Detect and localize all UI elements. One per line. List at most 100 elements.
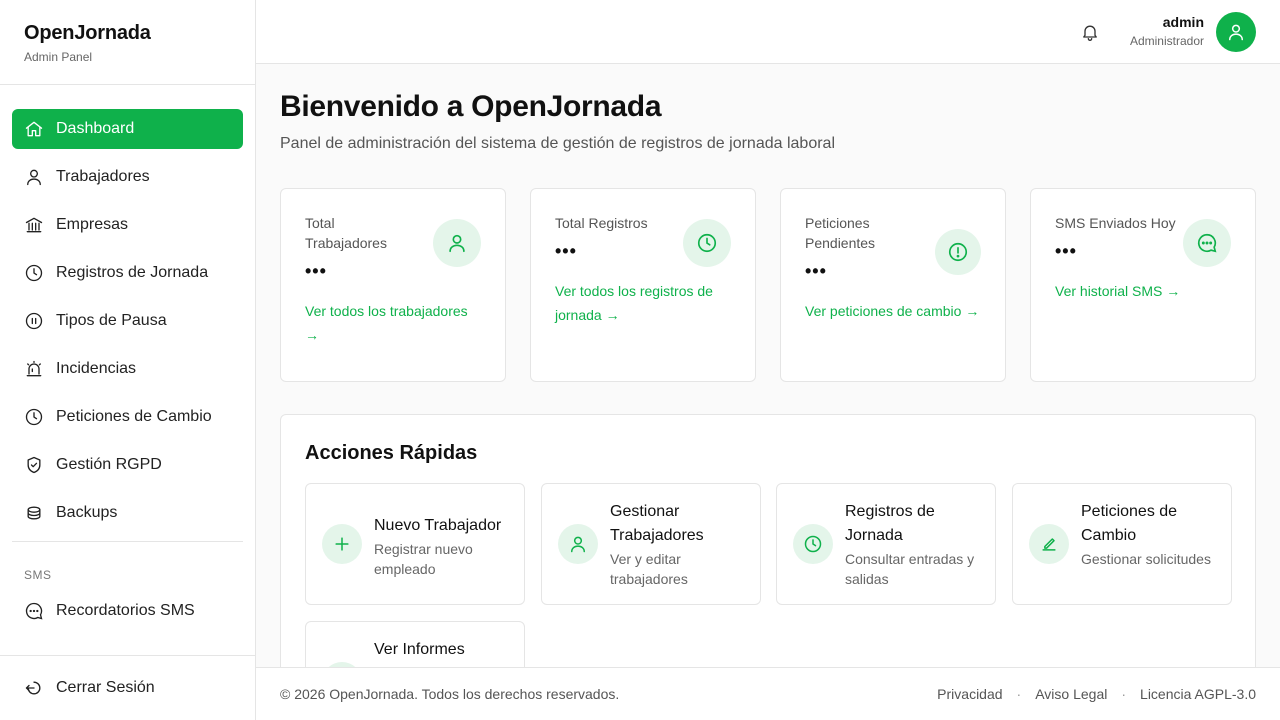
sidebar-item-rgpd[interactable]: Gestión RGPD	[12, 445, 243, 485]
sidebar-nav: Dashboard Trabajadores Empresas Registro…	[0, 85, 255, 533]
footer-separator: ·	[1016, 686, 1022, 702]
main-content: Bienvenido a OpenJornada Panel de admini…	[256, 64, 1280, 667]
clock-icon	[697, 233, 717, 253]
stat-icon-badge	[1183, 219, 1231, 267]
stat-link-sms[interactable]: Ver historial SMS →	[1055, 279, 1231, 303]
action-text: Gestionar Trabajadores Ver y editar trab…	[610, 500, 748, 589]
page-title: Bienvenido a OpenJornada	[280, 90, 662, 123]
clock-icon	[804, 535, 822, 553]
stat-link-registros[interactable]: Ver todos los registros de jornada →	[555, 279, 731, 327]
footer-separator: ·	[1121, 686, 1127, 702]
stat-card-registros: Total Registros ••• Ver todos los regist…	[530, 188, 756, 382]
user-role: Administrador	[1129, 34, 1204, 48]
stat-link-trabajadores[interactable]: Ver todos los trabajadores →	[305, 299, 481, 347]
stat-label: SMS Enviados Hoy	[1055, 215, 1176, 231]
user-name: admin	[1162, 14, 1204, 30]
action-desc: Gestionar solicitudes	[1081, 551, 1211, 567]
action-nuevo-trabajador[interactable]: Nuevo Trabajador Registrar nuevo emplead…	[305, 483, 525, 605]
message-icon	[25, 602, 43, 620]
action-title: Registros de Jornada	[845, 503, 935, 544]
action-text: Nuevo Trabajador Registrar nuevo emplead…	[374, 514, 512, 579]
user-icon	[1229, 24, 1243, 41]
sidebar-item-empresas[interactable]: Empresas	[12, 205, 243, 245]
action-ver-informes[interactable]: Ver Informes	[305, 621, 525, 667]
plus-icon	[335, 537, 349, 551]
clock-icon	[25, 264, 43, 282]
sidebar-divider	[12, 541, 243, 542]
stat-card-trabajadores: Total Trabajadores ••• Ver todos los tra…	[280, 188, 506, 382]
sidebar-item-incidencias[interactable]: Incidencias	[12, 349, 243, 389]
bell-icon[interactable]	[1080, 22, 1100, 42]
sidebar-item-backups[interactable]: Backups	[12, 493, 243, 533]
stat-card-peticiones: Peticiones Pendientes ••• Ver peticiones…	[780, 188, 1006, 382]
brand-subtitle: Admin Panel	[24, 50, 93, 64]
stat-icon-badge	[683, 219, 731, 267]
page-subtitle: Panel de administración del sistema de g…	[280, 135, 835, 152]
logout-button[interactable]: Cerrar Sesión	[12, 668, 243, 708]
home-icon	[25, 121, 43, 137]
avatar[interactable]	[1216, 12, 1256, 52]
logout-icon	[25, 681, 41, 695]
sidebar-item-label: Trabajadores	[56, 168, 150, 185]
action-peticiones-cambio[interactable]: Peticiones de Cambio Gestionar solicitud…	[1012, 483, 1232, 605]
sidebar: OpenJornada Admin Panel Dashboard Trabaj…	[0, 0, 256, 720]
stat-icon-badge	[433, 219, 481, 267]
user-icon	[571, 536, 585, 553]
sidebar-section-sms: SMS	[24, 568, 52, 582]
stat-icon-badge	[935, 229, 981, 275]
brand: OpenJornada Admin Panel	[0, 0, 255, 85]
footer-link-licencia[interactable]: Licencia AGPL-3.0	[1140, 686, 1256, 702]
sidebar-item-recordatorios-sms[interactable]: Recordatorios SMS	[12, 591, 243, 631]
sidebar-item-label: Gestión RGPD	[56, 456, 162, 473]
topbar: admin Administrador	[256, 0, 1280, 64]
sidebar-item-label: Registros de Jornada	[56, 264, 209, 281]
sidebar-item-dashboard[interactable]: Dashboard	[12, 109, 243, 149]
sidebar-item-label: Recordatorios SMS	[56, 602, 195, 619]
action-registros-jornada[interactable]: Registros de Jornada Consultar entradas …	[776, 483, 996, 605]
action-title: Nuevo Trabajador	[374, 517, 502, 534]
stat-link-peticiones[interactable]: Ver peticiones de cambio →	[805, 299, 981, 323]
user-icon	[449, 234, 465, 253]
action-text: Registros de Jornada Consultar entradas …	[845, 500, 983, 589]
alert-circle-icon	[948, 242, 968, 262]
sidebar-item-registros[interactable]: Registros de Jornada	[12, 253, 243, 293]
action-title: Ver Informes	[374, 641, 465, 658]
footer-link-privacidad[interactable]: Privacidad	[937, 686, 1002, 702]
action-icon-badge	[1029, 524, 1069, 564]
sidebar-item-label: Tipos de Pausa	[56, 312, 167, 329]
copyright: © 2026 OpenJornada. Todos los derechos r…	[280, 686, 620, 702]
sidebar-item-label: Dashboard	[56, 120, 135, 137]
pause-icon	[25, 312, 43, 330]
footer: © 2026 OpenJornada. Todos los derechos r…	[256, 667, 1280, 720]
action-icon-badge	[558, 524, 598, 564]
stat-label: Total Registros	[555, 215, 648, 231]
sidebar-item-label: Peticiones de Cambio	[56, 408, 212, 425]
alarm-icon	[26, 360, 42, 377]
stats-row: Total Trabajadores ••• Ver todos los tra…	[280, 188, 1256, 382]
action-desc: Ver y editar trabajadores	[610, 551, 688, 587]
clock-icon	[25, 408, 43, 426]
database-icon	[27, 506, 41, 520]
bank-icon	[25, 217, 43, 233]
stat-label: Total Trabajadores	[305, 215, 387, 251]
sidebar-item-label: Empresas	[56, 216, 129, 233]
action-gestionar-trabajadores[interactable]: Gestionar Trabajadores Ver y editar trab…	[541, 483, 761, 605]
sidebar-item-tipos-pausa[interactable]: Tipos de Pausa	[12, 301, 243, 341]
user-info[interactable]: admin Administrador	[1130, 14, 1204, 48]
logout-label: Cerrar Sesión	[56, 679, 155, 696]
action-text: Ver Informes	[374, 638, 512, 663]
sidebar-item-label: Backups	[56, 504, 118, 521]
action-icon-badge	[322, 524, 362, 564]
action-title: Peticiones de Cambio	[1081, 503, 1178, 544]
sidebar-item-peticiones[interactable]: Peticiones de Cambio	[12, 397, 243, 437]
action-desc: Consultar entradas y salidas	[845, 551, 975, 587]
user-icon	[27, 169, 41, 186]
sidebar-item-label: Incidencias	[56, 360, 137, 377]
stat-card-sms: SMS Enviados Hoy ••• Ver historial SMS →	[1030, 188, 1256, 382]
shield-check-icon	[27, 456, 41, 474]
footer-links: Privacidad · Aviso Legal · Licencia AGPL…	[937, 686, 1256, 702]
sidebar-item-trabajadores[interactable]: Trabajadores	[12, 157, 243, 197]
footer-link-aviso-legal[interactable]: Aviso Legal	[1035, 686, 1107, 702]
edit-icon	[1042, 538, 1056, 551]
quick-actions-title: Acciones Rápidas	[305, 442, 478, 464]
